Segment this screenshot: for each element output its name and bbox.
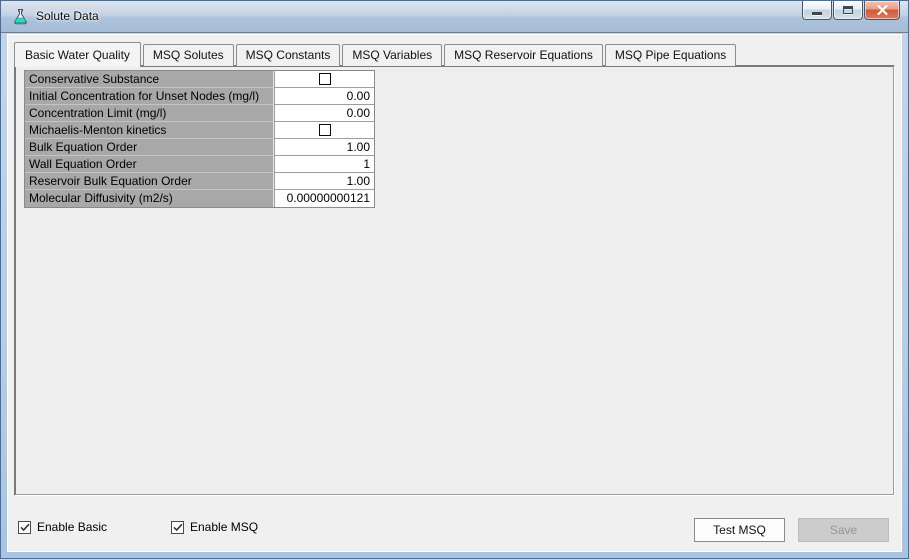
row-label-michaelis-menton: Michaelis-Menton kinetics — [25, 122, 274, 139]
initial-concentration-value[interactable]: 0.00 — [274, 88, 374, 105]
dialog-client-area: Basic Water Quality MSQ Solutes MSQ Cons… — [7, 34, 902, 552]
minimize-button[interactable] — [802, 1, 832, 20]
row-label-molecular-diffusivity: Molecular Diffusivity (m2/s) — [25, 190, 274, 207]
enable-msq-checkbox[interactable]: Enable MSQ — [171, 520, 258, 534]
tab-strip: Basic Water Quality MSQ Solutes MSQ Cons… — [14, 40, 895, 67]
molecular-diffusivity-value[interactable]: 0.00000000121 — [274, 190, 374, 207]
minimize-icon — [812, 12, 822, 15]
tab-msq-reservoir-equations[interactable]: MSQ Reservoir Equations — [444, 44, 603, 66]
maximize-button[interactable] — [833, 1, 863, 20]
window-title: Solute Data — [36, 9, 99, 23]
close-button[interactable] — [864, 1, 900, 20]
row-label-concentration-limit: Concentration Limit (mg/l) — [25, 105, 274, 122]
tab-basic-water-quality[interactable]: Basic Water Quality — [14, 42, 141, 67]
row-label-bulk-equation-order: Bulk Equation Order — [25, 139, 274, 156]
tab-msq-constants[interactable]: MSQ Constants — [235, 44, 341, 66]
bulk-equation-order-value[interactable]: 1.00 — [274, 139, 374, 156]
titlebar[interactable]: Solute Data — [1, 1, 908, 33]
enable-basic-label: Enable Basic — [37, 520, 108, 534]
tab-msq-variables[interactable]: MSQ Variables — [342, 44, 443, 66]
reservoir-bulk-equation-order-value[interactable]: 1.00 — [274, 173, 374, 190]
row-label-conservative-substance: Conservative Substance — [25, 71, 274, 88]
tab-content-panel-inner: Conservative Substance Initial Concentra… — [15, 66, 894, 495]
solute-data-window: Solute Data Basic Water Quality MSQ Solu… — [0, 0, 909, 559]
tab-msq-solutes[interactable]: MSQ Solutes — [142, 44, 234, 66]
enable-basic-checkbox[interactable]: Enable Basic — [18, 520, 107, 534]
test-msq-button[interactable]: Test MSQ — [694, 518, 785, 542]
flask-icon — [12, 8, 29, 25]
row-label-wall-equation-order: Wall Equation Order — [25, 156, 274, 173]
property-grid: Conservative Substance Initial Concentra… — [24, 70, 375, 208]
checkbox-checked-icon[interactable] — [18, 520, 31, 534]
save-button[interactable]: Save — [798, 518, 889, 542]
michaelis-menton-checkbox-cell[interactable] — [274, 122, 374, 139]
tab-content-panel: Conservative Substance Initial Concentra… — [14, 65, 895, 496]
close-icon — [876, 5, 888, 15]
wall-equation-order-value[interactable]: 1 — [274, 156, 374, 173]
checkbox-unchecked-icon[interactable] — [318, 73, 331, 85]
row-label-initial-concentration: Initial Concentration for Unset Nodes (m… — [25, 88, 274, 105]
concentration-limit-value[interactable]: 0.00 — [274, 105, 374, 122]
conservative-substance-checkbox-cell[interactable] — [274, 71, 374, 88]
enable-msq-label: Enable MSQ — [190, 520, 259, 534]
tab-msq-pipe-equations[interactable]: MSQ Pipe Equations — [604, 44, 737, 66]
row-label-reservoir-bulk-equation-order: Reservoir Bulk Equation Order — [25, 173, 274, 190]
maximize-icon — [843, 6, 853, 14]
checkbox-unchecked-icon[interactable] — [318, 124, 331, 136]
checkbox-checked-icon[interactable] — [171, 520, 184, 534]
window-controls — [802, 1, 900, 20]
